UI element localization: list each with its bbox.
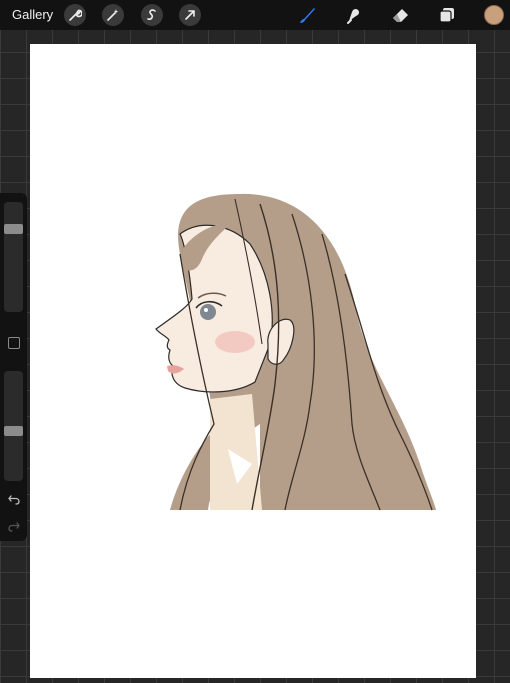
square-modify-icon[interactable] <box>8 337 20 349</box>
top-toolbar: Gallery <box>0 0 510 30</box>
layers-icon[interactable] <box>436 4 458 26</box>
smudge-icon[interactable] <box>343 4 365 26</box>
gallery-button[interactable]: Gallery <box>12 7 53 22</box>
adjust-wrench-icon[interactable] <box>64 4 86 26</box>
undo-icon[interactable] <box>7 492 21 506</box>
drawing-canvas[interactable] <box>30 44 476 678</box>
opacity-thumb[interactable] <box>4 426 23 436</box>
selection-s-icon[interactable] <box>141 4 163 26</box>
current-color-swatch[interactable] <box>484 5 504 25</box>
left-sidebar <box>0 193 27 541</box>
redo-icon[interactable] <box>7 519 21 533</box>
girl-portrait-illustration <box>155 193 436 511</box>
brush-size-thumb[interactable] <box>4 224 23 234</box>
brush-icon[interactable] <box>296 4 318 26</box>
transform-arrow-icon[interactable] <box>179 4 201 26</box>
eraser-icon[interactable] <box>390 4 412 26</box>
brush-size-slider[interactable] <box>4 202 23 312</box>
magic-wand-icon[interactable] <box>102 4 124 26</box>
opacity-slider[interactable] <box>4 371 23 481</box>
